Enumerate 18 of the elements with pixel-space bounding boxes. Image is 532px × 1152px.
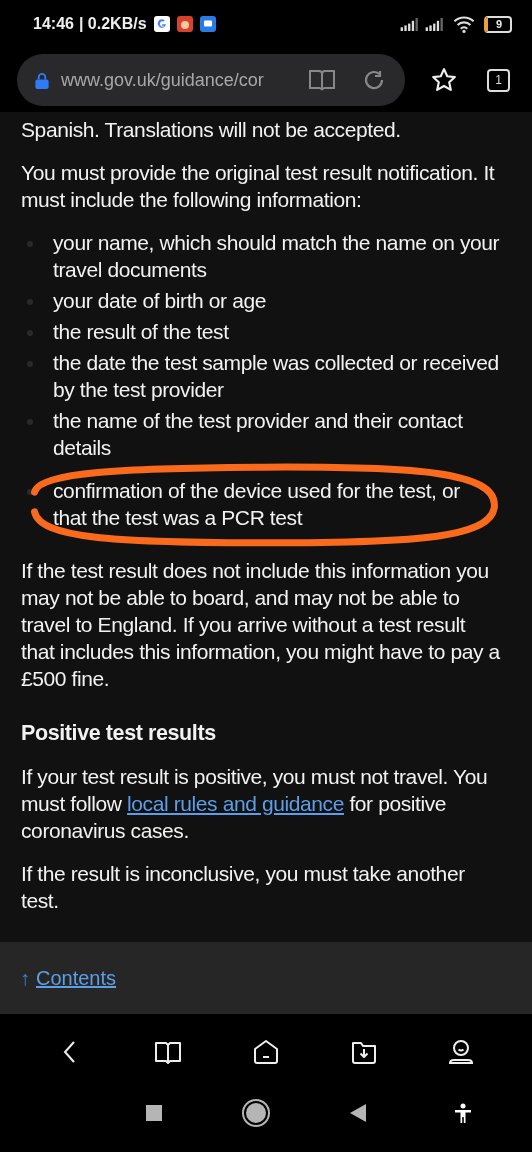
contents-link[interactable]: ↑ Contents	[20, 966, 117, 990]
status-time: 14:46	[33, 15, 74, 33]
paragraph: If the result is inconclusive, you must take another test.	[21, 861, 466, 914]
list-item-text: the result of the test	[53, 319, 229, 345]
paragraph: If the test result does not include this information you may not be able to board, and may not be able to travel to England. If you arrive without a test result that includes this information, you might have to pay a £500 fine.	[21, 558, 501, 692]
url-text: www.gov.uk/guidance/cor	[61, 69, 265, 91]
list-item-text: confirmation of the device used for the test, or that the test was a PCR test	[53, 478, 461, 531]
network-speed: | 0.2KB/s	[78, 15, 147, 33]
battery-indicator: 9	[483, 15, 512, 33]
tab-count-button[interactable]: 1	[487, 68, 510, 92]
section-heading: Positive test results	[21, 720, 217, 747]
list-item-text: the name of the test provider and their contact details	[53, 408, 464, 461]
paragraph: You must provide the original test result notification. It must include the following information:	[21, 160, 496, 213]
address-bar[interactable]: www.gov.uk/guidance/cor	[17, 54, 405, 106]
paragraph: Spanish. Translations will not be accepted.	[21, 117, 402, 143]
guidance-link[interactable]: local rules and guidance	[127, 792, 344, 815]
list-item-text: your date of birth or age	[53, 288, 266, 314]
paragraph: If your test result is positive, you must not travel. You must follow local rules and guidance for positive coronavirus cases.	[21, 764, 489, 844]
